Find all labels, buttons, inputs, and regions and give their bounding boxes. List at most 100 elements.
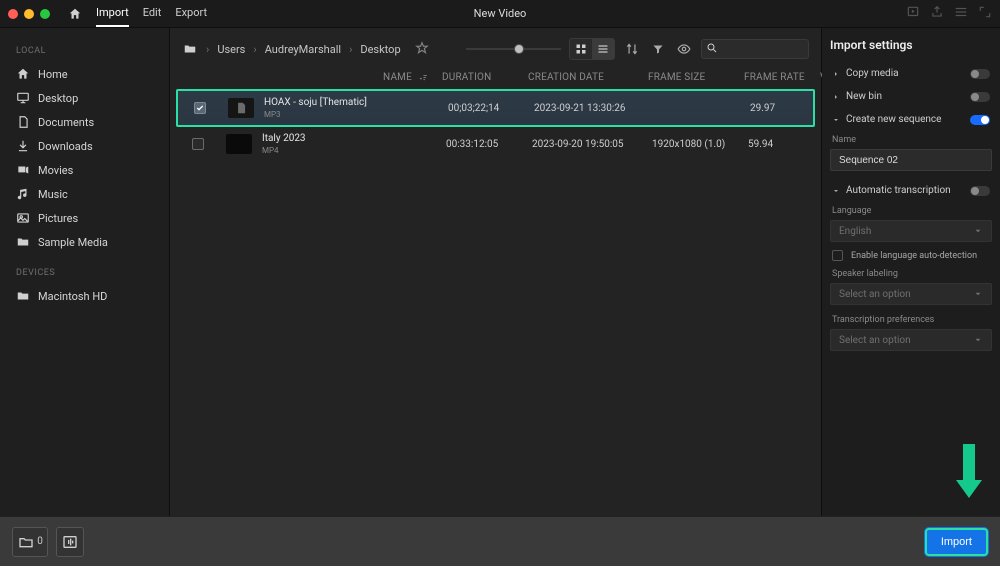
sidebar-item-macintosh-hd[interactable]: Macintosh HD xyxy=(6,284,163,308)
sidebar-item-label: Desktop xyxy=(38,92,78,105)
breadcrumb-item[interactable]: AudreyMarshall xyxy=(265,43,341,56)
import-button[interactable]: Import xyxy=(925,528,988,556)
sidebar-item-label: Home xyxy=(38,68,68,81)
sidebar-item-pictures[interactable]: Pictures xyxy=(6,206,163,230)
audio-clip-button[interactable] xyxy=(56,527,84,557)
column-creation-date[interactable]: CREATION DATE xyxy=(528,72,648,83)
toggle-new-bin[interactable] xyxy=(970,92,990,102)
sort-icon[interactable] xyxy=(623,40,641,58)
chevron-down-icon xyxy=(832,116,840,124)
new-bin-button[interactable]: 0 xyxy=(12,527,48,557)
table-header: NAME DURATION CREATION DATE FRAME SIZE F… xyxy=(170,66,821,89)
sidebar-item-label: Sample Media xyxy=(38,236,108,249)
transcription-preferences-select[interactable]: Select an option xyxy=(830,329,992,351)
sidebar-item-movies[interactable]: Movies xyxy=(6,158,163,182)
option-auto-transcription[interactable]: Automatic transcription xyxy=(830,179,992,202)
toggle-auto-transcription[interactable] xyxy=(970,186,990,196)
tab-export[interactable]: Export xyxy=(175,0,207,27)
home-button[interactable] xyxy=(64,3,86,25)
folder-icon xyxy=(16,289,30,303)
table-row[interactable]: HOAX - soju [Thematic] MP3 00;03;22;14 2… xyxy=(176,89,815,127)
window-traffic-lights[interactable] xyxy=(8,9,50,19)
column-duration[interactable]: DURATION xyxy=(442,72,528,83)
checkbox-icon xyxy=(832,250,843,261)
folder-icon xyxy=(182,42,198,56)
main-content: LOCAL Home Desktop Documents Downloads M… xyxy=(0,28,1000,516)
filter-icon[interactable] xyxy=(649,40,667,58)
toggle-create-sequence[interactable] xyxy=(970,115,990,125)
chevron-down-icon xyxy=(973,289,983,299)
chevron-down-icon xyxy=(973,335,983,345)
search-field[interactable] xyxy=(701,39,809,59)
sidebar-item-home[interactable]: Home xyxy=(6,62,163,86)
import-settings-panel: Import settings Copy media New bin Creat… xyxy=(822,28,1000,516)
breadcrumb-item[interactable]: Users xyxy=(217,43,245,56)
breadcrumb[interactable]: Users › AudreyMarshall › Desktop xyxy=(217,43,400,56)
sequence-name-input[interactable] xyxy=(830,149,992,171)
quick-export-icon[interactable] xyxy=(906,5,920,22)
chevron-right-icon: › xyxy=(206,43,209,56)
option-create-sequence[interactable]: Create new sequence xyxy=(830,108,992,131)
grid-view-button[interactable] xyxy=(570,39,592,59)
row-checkbox[interactable] xyxy=(194,102,206,114)
sidebar-item-desktop[interactable]: Desktop xyxy=(6,86,163,110)
option-label: Create new sequence xyxy=(846,114,941,125)
cell-frame-rate: 59.94 xyxy=(748,139,824,150)
media-extension: MP3 xyxy=(264,110,367,119)
tab-import[interactable]: Import xyxy=(96,0,129,27)
chevron-right-icon xyxy=(832,70,840,78)
table-row[interactable]: Italy 2023 MP4 00:33:12:05 2023-09-20 19… xyxy=(176,127,815,161)
sidebar-item-music[interactable]: Music xyxy=(6,182,163,206)
bin-count: 0 xyxy=(37,536,43,547)
favorite-star-icon[interactable] xyxy=(415,41,429,58)
share-icon[interactable] xyxy=(930,5,944,22)
download-icon xyxy=(16,139,30,153)
column-frame-rate[interactable]: FRAME RATE xyxy=(744,72,820,83)
toggle-copy-media[interactable] xyxy=(970,69,990,79)
media-extension: MP4 xyxy=(262,146,306,155)
folder-icon xyxy=(16,235,30,249)
sidebar-item-label: Pictures xyxy=(38,212,78,225)
sidebar-item-sample-media[interactable]: Sample Media xyxy=(6,230,163,254)
language-select[interactable]: English xyxy=(830,220,992,242)
list-view-button[interactable] xyxy=(592,39,614,59)
fullscreen-icon[interactable] xyxy=(978,5,992,22)
sidebar-item-label: Documents xyxy=(38,116,94,129)
auto-detect-checkbox[interactable]: Enable language auto-detection xyxy=(832,250,990,261)
waveform-icon xyxy=(62,534,78,550)
option-copy-media[interactable]: Copy media xyxy=(830,62,992,85)
close-window-icon[interactable] xyxy=(8,9,18,19)
sidebar-item-documents[interactable]: Documents xyxy=(6,110,163,134)
select-value: Select an option xyxy=(839,289,911,300)
option-label: New bin xyxy=(846,91,882,102)
option-new-bin[interactable]: New bin xyxy=(830,85,992,108)
chevron-right-icon: › xyxy=(253,43,256,56)
sidebar-item-label: Movies xyxy=(38,164,73,177)
column-frame-size[interactable]: FRAME SIZE xyxy=(648,72,744,83)
cell-frame-rate: 29.97 xyxy=(750,103,826,114)
column-name[interactable]: NAME xyxy=(222,72,442,83)
home-icon xyxy=(16,67,30,81)
fullscreen-window-icon[interactable] xyxy=(40,9,50,19)
row-checkbox[interactable] xyxy=(192,138,204,150)
panel-title: Import settings xyxy=(830,38,992,52)
cell-frame-size: 1920x1080 (1.0) xyxy=(652,139,748,150)
desktop-icon xyxy=(16,91,30,105)
music-icon xyxy=(16,187,30,201)
chevron-right-icon: › xyxy=(349,43,352,56)
language-label: Language xyxy=(832,206,990,216)
workspace-menu-icon[interactable] xyxy=(954,5,968,22)
folder-icon xyxy=(17,534,35,550)
breadcrumb-item[interactable]: Desktop xyxy=(360,43,400,56)
speaker-labeling-select[interactable]: Select an option xyxy=(830,283,992,305)
preview-visibility-icon[interactable] xyxy=(675,40,693,58)
bottombar: 0 Import xyxy=(0,516,1000,566)
minimize-window-icon[interactable] xyxy=(24,9,34,19)
picture-icon xyxy=(16,211,30,225)
sidebar-item-label: Downloads xyxy=(38,140,93,153)
tab-edit[interactable]: Edit xyxy=(143,0,162,27)
thumbnail-zoom-slider[interactable] xyxy=(466,42,561,56)
sidebar-item-label: Macintosh HD xyxy=(38,290,107,303)
sidebar-item-downloads[interactable]: Downloads xyxy=(6,134,163,158)
document-icon xyxy=(16,115,30,129)
